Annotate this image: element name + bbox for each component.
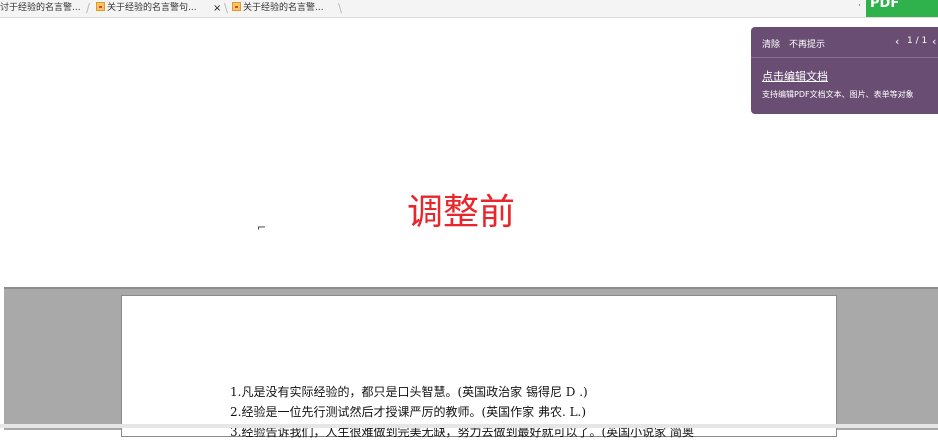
tip-description: 支持编辑PDF文档文本、图片、表单等对象 xyxy=(762,90,914,99)
document-viewer[interactable]: 1.凡是没有实际经验的，都只是口头智慧。(英国政治家 锡得尼 D .) 2.经验… xyxy=(4,287,938,439)
tab-label: 关于经验的名言警句... xyxy=(107,3,197,13)
chevron-left-icon[interactable]: ‹ xyxy=(895,35,899,48)
close-icon[interactable]: × xyxy=(213,2,221,15)
tip-header: 清除 不再提示 ‹ 1 / 1 ‹ xyxy=(751,27,938,58)
document-line: 1.凡是没有实际经验的，都只是口头智慧。(英国政治家 锡得尼 D .) xyxy=(230,385,588,399)
tab-separator: \ xyxy=(338,1,343,15)
decorative-mark: ⌐ xyxy=(257,221,267,234)
document-page[interactable]: 1.凡是没有实际经验的，都只是口头智慧。(英国政治家 锡得尼 D .) 2.经验… xyxy=(121,295,837,439)
pdf-badge-text: PDF xyxy=(870,0,900,11)
document-line: 2.经验是一位先行测试然后才授课严厉的教师。(英国作家 弗农. L.) xyxy=(230,405,587,419)
dropdown-marker[interactable]: · xyxy=(858,1,861,11)
document-tab-icon xyxy=(232,2,241,11)
edit-tip-popup: 清除 不再提示 ‹ 1 / 1 ‹ 点击编辑文档 支持编辑PDF文档文本、图片、… xyxy=(751,27,938,114)
page-title: 调整前 xyxy=(407,192,516,233)
document-tab-icon xyxy=(96,2,105,11)
tab-separator: \ xyxy=(224,1,229,15)
tab-3[interactable]: 关于经验的名言警... xyxy=(232,2,324,15)
clear-button[interactable]: 清除 xyxy=(762,37,780,50)
tab-separator: / xyxy=(86,1,91,15)
tab-label: 关于经验的名言警... xyxy=(243,3,324,13)
pdf-badge[interactable]: PDF xyxy=(866,0,938,17)
dont-show-again-button[interactable]: 不再提示 xyxy=(789,37,825,50)
tip-page-indicator: 1 / 1 xyxy=(907,36,928,46)
tab-1[interactable]: 讨于经验的名言警... xyxy=(0,2,81,15)
edit-document-link[interactable]: 点击编辑文档 xyxy=(762,68,828,84)
tab-2[interactable]: 关于经验的名言警句... xyxy=(96,2,197,15)
horizontal-scrollbar[interactable] xyxy=(0,424,938,428)
tab-label: 讨于经验的名言警... xyxy=(0,3,81,13)
chevron-right-icon[interactable]: ‹ xyxy=(932,35,936,48)
tab-bar: 讨于经验的名言警... / 关于经验的名言警句... × \ 关于经验的名言警.… xyxy=(0,0,938,18)
